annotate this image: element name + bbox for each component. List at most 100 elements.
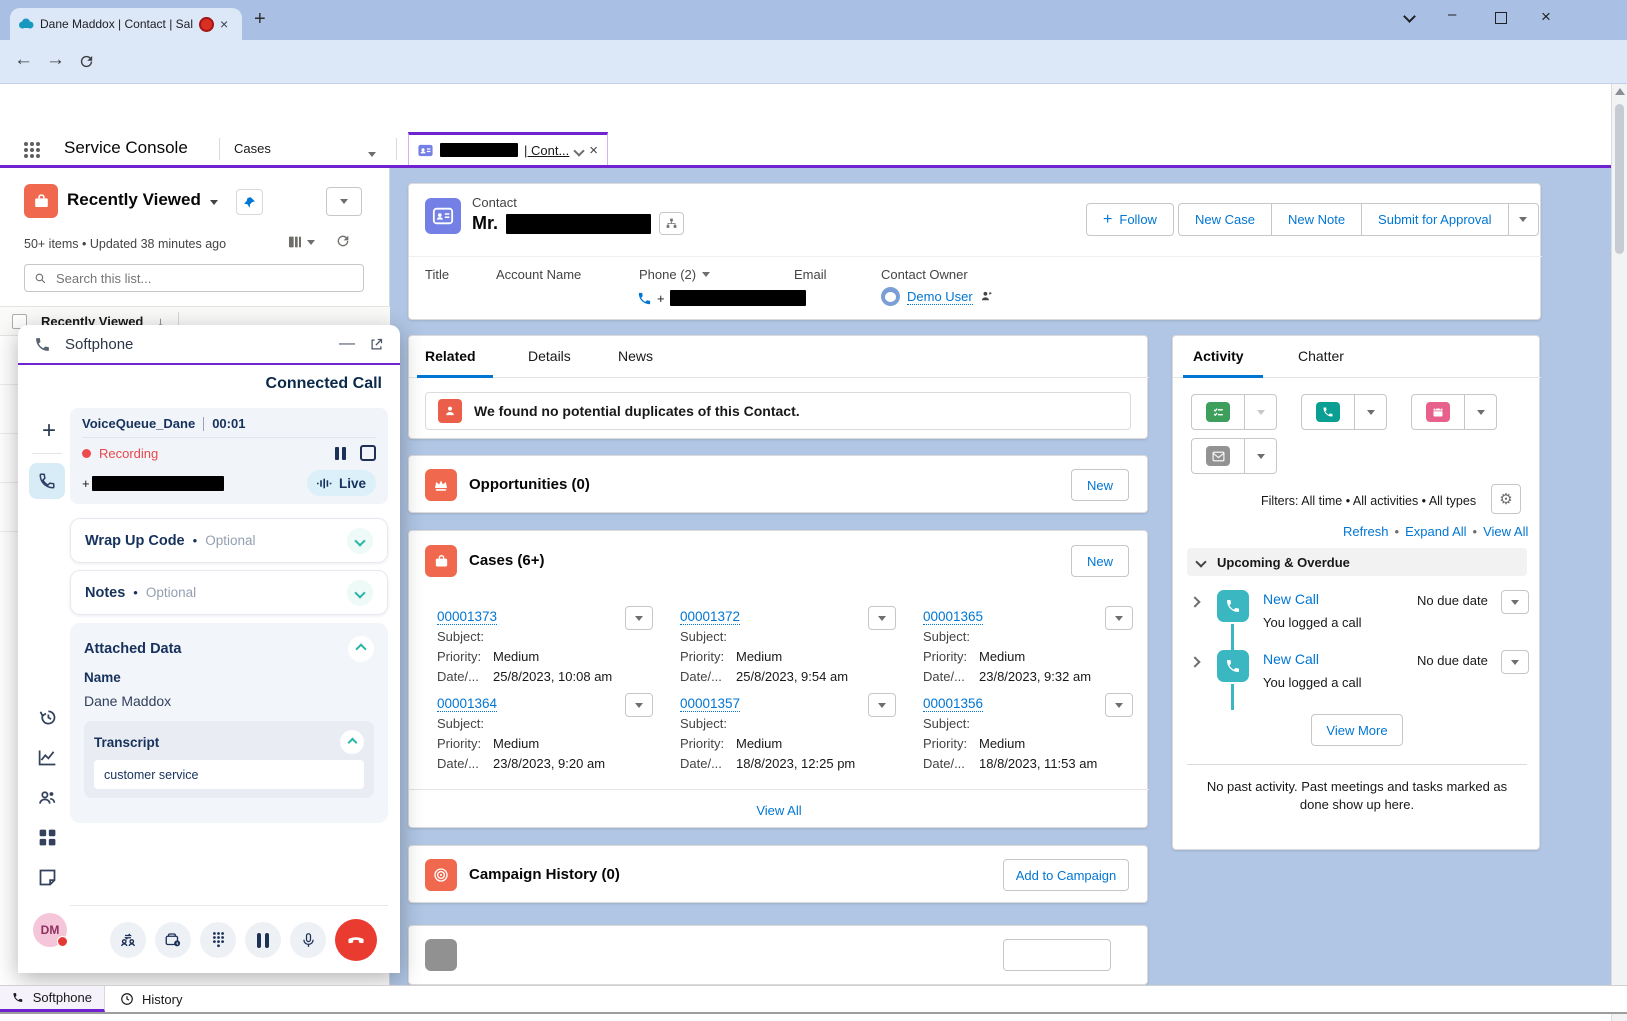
expand-item-icon[interactable] bbox=[1189, 656, 1200, 667]
voicemail-drop-button[interactable] bbox=[155, 922, 191, 958]
window-tabsearch-icon[interactable] bbox=[1403, 10, 1416, 23]
case-number-link[interactable]: 00001365 bbox=[923, 609, 983, 625]
case-row-menu-button[interactable] bbox=[1105, 606, 1133, 630]
case-number-link[interactable]: 00001356 bbox=[923, 696, 983, 712]
softphone-minimize-icon[interactable]: — bbox=[339, 335, 355, 353]
rail-analytics-icon[interactable] bbox=[37, 747, 58, 768]
owner-name-link[interactable]: Demo User bbox=[907, 289, 973, 305]
notes-section[interactable]: Notes • Optional bbox=[70, 570, 388, 615]
change-owner-icon[interactable] bbox=[980, 290, 993, 303]
log-call-dropdown-button[interactable] bbox=[1355, 394, 1387, 430]
new-case-button[interactable]: New Case bbox=[1178, 203, 1271, 236]
hold-call-button[interactable] bbox=[245, 922, 281, 958]
expand-item-icon[interactable] bbox=[1189, 596, 1200, 607]
list-view-selector-icon[interactable] bbox=[210, 193, 218, 208]
activity-settings-button[interactable]: ⚙ bbox=[1491, 484, 1521, 514]
log-call-button[interactable] bbox=[1301, 394, 1355, 430]
case-number-link[interactable]: 00001364 bbox=[437, 696, 497, 712]
list-search-input[interactable] bbox=[54, 270, 354, 287]
back-icon[interactable]: ← bbox=[14, 49, 33, 71]
case-number-link[interactable]: 00001372 bbox=[680, 609, 740, 625]
notes-expand-icon[interactable] bbox=[347, 580, 373, 606]
case-row-menu-button[interactable] bbox=[868, 693, 896, 717]
new-event-button[interactable] bbox=[1411, 394, 1465, 430]
case-row-menu-button[interactable] bbox=[1105, 693, 1133, 717]
case-number-link[interactable]: 00001357 bbox=[680, 696, 740, 712]
tab-activity[interactable]: Activity bbox=[1193, 348, 1244, 364]
follow-button[interactable]: + Follow bbox=[1086, 203, 1174, 236]
nav-item-cases[interactable]: Cases bbox=[234, 141, 271, 156]
opportunities-title[interactable]: Opportunities (0) bbox=[469, 476, 590, 493]
cases-title[interactable]: Cases (6+) bbox=[469, 552, 544, 569]
expand-all-link[interactable]: Expand All bbox=[1405, 524, 1466, 539]
transcript-collapse-icon[interactable] bbox=[340, 730, 364, 754]
email-dropdown-button[interactable] bbox=[1245, 438, 1277, 474]
nav-item-dropdown-icon[interactable] bbox=[368, 145, 376, 160]
agent-avatar[interactable]: DM bbox=[33, 913, 67, 947]
cases-new-button[interactable]: New bbox=[1071, 545, 1129, 577]
app-name[interactable]: Service Console bbox=[64, 138, 188, 158]
tab-close-icon[interactable]: × bbox=[220, 16, 228, 32]
rail-notes-icon[interactable] bbox=[37, 867, 58, 888]
more-actions-dropdown-button[interactable] bbox=[1509, 203, 1539, 236]
rail-contacts-icon[interactable] bbox=[37, 787, 58, 808]
window-close-icon[interactable]: × bbox=[1541, 7, 1551, 27]
workspace-tab-label[interactable]: | Cont... bbox=[524, 143, 569, 158]
timeline-item-title[interactable]: New Call bbox=[1263, 651, 1319, 667]
hierarchy-button[interactable] bbox=[659, 212, 684, 235]
rail-history-icon[interactable] bbox=[37, 707, 58, 728]
utility-softphone-tab[interactable]: Softphone bbox=[0, 986, 105, 1012]
phone-value[interactable]: + bbox=[637, 290, 806, 306]
case-row-menu-button[interactable] bbox=[868, 606, 896, 630]
softphone-add-button[interactable]: + bbox=[42, 417, 56, 445]
live-badge[interactable]: Live bbox=[307, 470, 376, 496]
utility-history-tab[interactable]: History bbox=[106, 986, 196, 1012]
tab-related[interactable]: Related bbox=[425, 348, 476, 364]
refresh-link[interactable]: Refresh bbox=[1343, 524, 1389, 539]
wrap-up-code-section[interactable]: Wrap Up Code • Optional bbox=[70, 518, 388, 563]
section-collapse-icon[interactable] bbox=[1195, 556, 1206, 567]
attached-data-collapse-icon[interactable] bbox=[348, 636, 374, 662]
tab-details[interactable]: Details bbox=[528, 348, 571, 364]
workspace-tab-close-icon[interactable]: × bbox=[589, 142, 598, 159]
scrollbar-up-arrow-icon[interactable] bbox=[1615, 88, 1625, 95]
opportunities-new-button[interactable]: New bbox=[1071, 469, 1129, 501]
scrollbar-thumb[interactable] bbox=[1615, 104, 1624, 254]
softphone-popout-icon[interactable] bbox=[369, 337, 384, 352]
list-refresh-icon[interactable] bbox=[335, 233, 351, 249]
timeline-item-title[interactable]: New Call bbox=[1263, 591, 1319, 607]
stop-recording-icon[interactable] bbox=[360, 445, 376, 461]
contact-owner-value[interactable]: Demo User bbox=[881, 287, 993, 306]
window-minimize-icon[interactable]: – bbox=[1448, 6, 1456, 23]
transcript-value-box[interactable]: customer service bbox=[94, 760, 364, 789]
end-call-button[interactable] bbox=[335, 919, 377, 961]
pause-recording-icon[interactable] bbox=[335, 447, 346, 460]
browser-tab[interactable]: Dane Maddox | Contact | Sal × bbox=[10, 8, 242, 40]
tab-news[interactable]: News bbox=[618, 348, 653, 364]
workspace-tab-contact[interactable]: | Cont... × bbox=[408, 132, 608, 165]
case-number-link[interactable]: 00001373 bbox=[437, 609, 497, 625]
submit-for-approval-button[interactable]: Submit for Approval bbox=[1361, 203, 1508, 236]
page-scrollbar[interactable] bbox=[1611, 84, 1627, 1021]
add-to-campaign-button[interactable]: Add to Campaign bbox=[1003, 859, 1129, 891]
timeline-item-menu-button[interactable] bbox=[1501, 650, 1529, 674]
view-all-link[interactable]: View All bbox=[1483, 524, 1528, 539]
softphone-title-bar[interactable]: Softphone — bbox=[18, 325, 400, 365]
transfer-call-button[interactable] bbox=[110, 922, 146, 958]
rail-call-tab[interactable] bbox=[29, 463, 65, 499]
new-task-dropdown-button[interactable] bbox=[1245, 394, 1277, 430]
window-maximize-icon[interactable] bbox=[1495, 12, 1507, 24]
dialpad-button[interactable] bbox=[200, 922, 236, 958]
mute-mic-button[interactable] bbox=[290, 922, 326, 958]
list-actions-dropdown-button[interactable] bbox=[326, 187, 362, 216]
case-row-menu-button[interactable] bbox=[625, 693, 653, 717]
case-row-menu-button[interactable] bbox=[625, 606, 653, 630]
campaign-title[interactable]: Campaign History (0) bbox=[469, 866, 620, 883]
reload-icon[interactable] bbox=[78, 53, 95, 70]
pin-list-button[interactable] bbox=[236, 189, 263, 215]
timeline-item-menu-button[interactable] bbox=[1501, 590, 1529, 614]
field-label-phone[interactable]: Phone (2) bbox=[639, 267, 710, 282]
new-tab-button[interactable]: + bbox=[254, 8, 266, 31]
view-more-button[interactable]: View More bbox=[1311, 714, 1403, 746]
new-note-button[interactable]: New Note bbox=[1271, 203, 1361, 236]
